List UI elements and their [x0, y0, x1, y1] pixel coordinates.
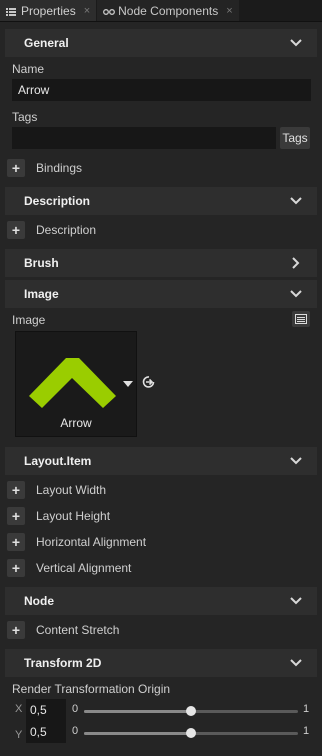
origin-x-field[interactable]: 0,5: [26, 699, 66, 721]
section-title: Description: [24, 194, 91, 208]
origin-x-slider[interactable]: [84, 706, 298, 716]
section-title: Brush: [24, 256, 59, 270]
chevron-down-icon[interactable]: [289, 194, 303, 208]
plus-icon[interactable]: +: [7, 221, 25, 239]
tags-button[interactable]: Tags: [280, 127, 310, 149]
origin-y-slider-min: 0: [72, 725, 79, 737]
add-description-row[interactable]: + Description: [7, 220, 96, 240]
content-stretch-label: Content Stretch: [36, 623, 120, 637]
tab-node-components[interactable]: Node Components ×: [97, 0, 240, 21]
add-vertical-alignment-row[interactable]: + Vertical Alignment: [7, 558, 131, 578]
section-brush-header[interactable]: Brush: [5, 249, 317, 277]
section-image-header[interactable]: Image: [5, 280, 317, 308]
name-field[interactable]: Arrow: [12, 79, 311, 101]
description-label: Description: [36, 223, 97, 237]
close-icon[interactable]: ×: [84, 5, 90, 17]
add-horizontal-alignment-row[interactable]: + Horizontal Alignment: [7, 532, 146, 552]
section-transform-2d-header[interactable]: Transform 2D: [5, 649, 317, 677]
plus-icon[interactable]: +: [7, 507, 25, 525]
add-bindings-row[interactable]: + Bindings: [7, 158, 82, 178]
section-title: Transform 2D: [24, 656, 102, 670]
render-transformation-origin-label: Render Transformation Origin: [12, 682, 171, 696]
properties-panel: General Name Arrow Tags Tags + Bindings …: [0, 22, 322, 756]
layout-height-label: Layout Height: [36, 509, 111, 523]
section-title: Layout.Item: [24, 454, 92, 468]
origin-x-slider-max: 1: [303, 703, 310, 715]
image-label: Image: [12, 313, 46, 327]
tab-properties[interactable]: Properties ×: [0, 0, 98, 21]
name-label: Name: [12, 62, 45, 76]
slider-fill: [84, 732, 191, 735]
image-asset-name: Arrow: [60, 416, 92, 430]
origin-x-slider-min: 0: [72, 703, 79, 715]
image-browser-button[interactable]: [292, 311, 310, 327]
bindings-label: Bindings: [36, 161, 83, 175]
add-layout-height-row[interactable]: + Layout Height: [7, 506, 110, 526]
chevron-down-icon[interactable]: [289, 656, 303, 670]
arrow-preview-icon: [29, 358, 116, 408]
origin-y-field[interactable]: 0,5: [26, 721, 66, 743]
slider-knob[interactable]: [186, 706, 196, 716]
section-description-header[interactable]: Description: [5, 187, 317, 215]
tab-bar: Properties × Node Components ×: [0, 0, 322, 22]
image-thumbnail[interactable]: Arrow: [15, 331, 137, 437]
section-layout-item-header[interactable]: Layout.Item: [5, 447, 317, 475]
plus-icon[interactable]: +: [7, 481, 25, 499]
slider-knob[interactable]: [186, 728, 196, 738]
slider-fill: [84, 710, 191, 713]
chevron-right-icon[interactable]: [289, 256, 303, 270]
chevron-down-icon[interactable]: [289, 36, 303, 50]
close-icon[interactable]: ×: [226, 5, 232, 17]
origin-y-slider[interactable]: [84, 728, 298, 738]
section-title: Node: [24, 594, 54, 608]
plus-icon[interactable]: +: [7, 533, 25, 551]
properties-icon: [6, 6, 16, 16]
navigate-to-asset-icon[interactable]: [141, 374, 157, 393]
tags-field[interactable]: [12, 127, 276, 149]
plus-icon[interactable]: +: [7, 621, 25, 639]
chevron-down-icon[interactable]: [289, 454, 303, 468]
plus-icon[interactable]: +: [7, 559, 25, 577]
horizontal-alignment-label: Horizontal Alignment: [36, 535, 147, 549]
tab-node-components-label: Node Components: [118, 3, 219, 18]
add-content-stretch-row[interactable]: + Content Stretch: [7, 620, 119, 640]
origin-y-slider-max: 1: [303, 725, 310, 737]
chevron-down-icon[interactable]: [289, 287, 303, 301]
chevron-down-icon[interactable]: [289, 594, 303, 608]
node-components-icon: [103, 6, 116, 16]
section-node-header[interactable]: Node: [5, 587, 317, 615]
vertical-alignment-label: Vertical Alignment: [36, 561, 132, 575]
caret-down-icon[interactable]: [123, 377, 133, 391]
section-title: Image: [24, 287, 59, 301]
plus-icon[interactable]: +: [7, 159, 25, 177]
image-list-icon: [295, 314, 307, 324]
layout-width-label: Layout Width: [36, 483, 107, 497]
add-layout-width-row[interactable]: + Layout Width: [7, 480, 106, 500]
tab-properties-label: Properties: [21, 3, 76, 18]
section-title: General: [24, 36, 69, 50]
section-general-header[interactable]: General: [5, 29, 317, 57]
y-axis-label: Y: [15, 729, 23, 741]
x-axis-label: X: [15, 703, 23, 715]
tags-label: Tags: [12, 110, 38, 124]
